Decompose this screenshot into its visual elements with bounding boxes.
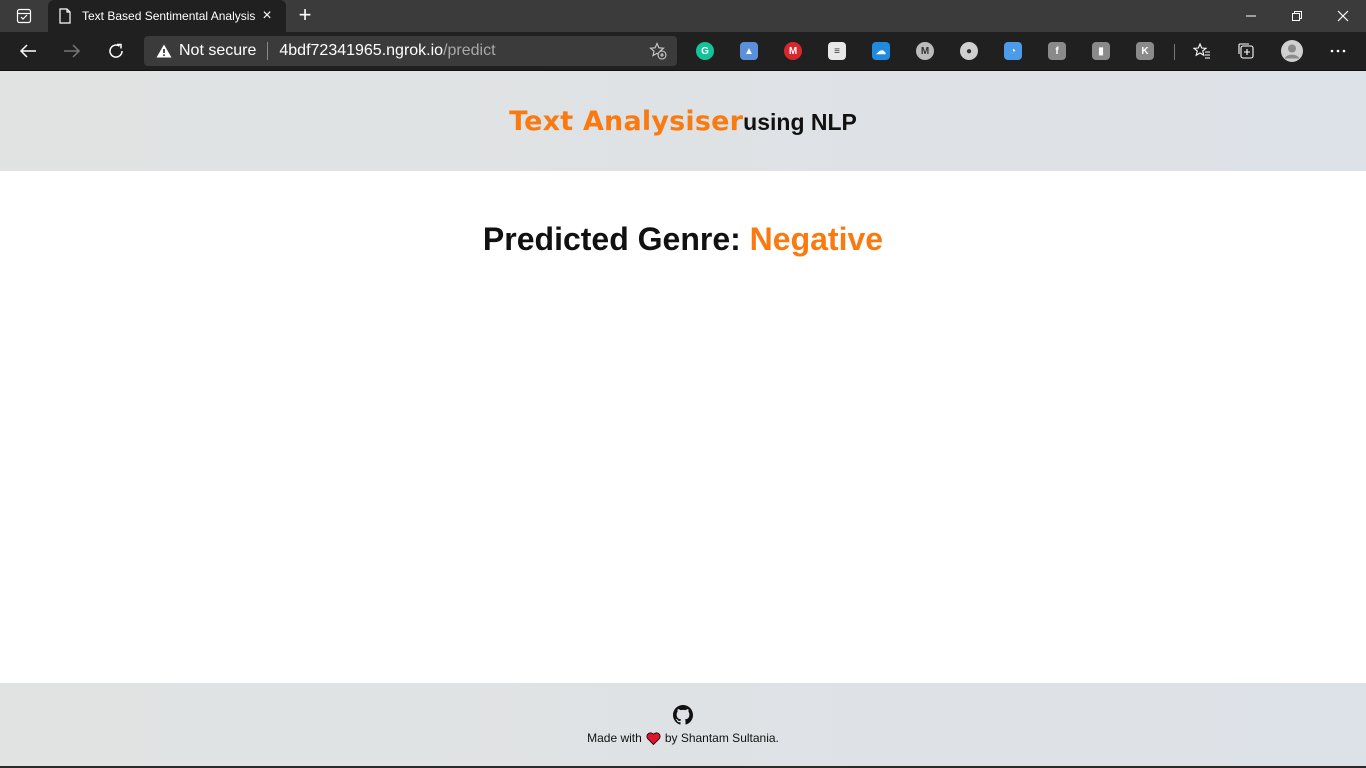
restore-icon	[1292, 11, 1302, 21]
address-divider	[267, 42, 269, 60]
tab-bar: Text Based Sentimental Analysis × +	[0, 0, 1366, 32]
ext-chart-extension-icon[interactable]: ▮	[1092, 42, 1110, 60]
footer-credit: Made with by Shantam Sultania.	[0, 731, 1366, 745]
favorites-icon	[1193, 42, 1210, 59]
back-button[interactable]	[13, 37, 43, 65]
forward-button[interactable]	[57, 37, 87, 65]
prediction-label: Predicted Genre:	[482, 221, 750, 257]
made-with-text: Made with	[587, 731, 642, 745]
ext-circle-extension-icon[interactable]: M	[916, 42, 934, 60]
ext-record-extension-icon[interactable]: ●	[960, 42, 978, 60]
add-favorite-icon[interactable]	[649, 42, 667, 60]
brand[interactable]: Text Analysiser using NLP	[509, 106, 857, 137]
github-icon[interactable]	[673, 705, 693, 725]
mega-extension-icon[interactable]: M	[784, 42, 802, 60]
settings-more-button[interactable]	[1323, 37, 1353, 65]
brand-name: Text Analysiser	[509, 105, 744, 137]
tab-title: Text Based Sentimental Analysis	[82, 9, 256, 23]
security-status[interactable]: Not secure	[179, 42, 256, 60]
tab-actions-button[interactable]	[8, 5, 40, 27]
prediction-result: Predicted Genre: Negative	[0, 221, 1366, 258]
close-icon	[1337, 10, 1349, 22]
address-bar[interactable]: Not secure 4bdf72341965.ngrok.io /predic…	[144, 36, 677, 66]
new-tab-button[interactable]: +	[292, 4, 318, 28]
onedrive-extension-icon[interactable]: ☁	[872, 42, 890, 60]
restore-button[interactable]	[1274, 0, 1320, 32]
main-content: Predicted Genre: Negative	[0, 171, 1366, 683]
facebook-extension-icon[interactable]: f	[1048, 42, 1066, 60]
warning-icon[interactable]	[156, 44, 172, 58]
window-controls	[1228, 0, 1366, 32]
notion-like-extension-icon[interactable]: ≡	[828, 42, 846, 60]
prediction-value: Negative	[749, 221, 884, 257]
page-icon	[59, 8, 71, 24]
arrow-left-icon	[19, 44, 36, 58]
grammarly-extension-icon[interactable]: G	[696, 42, 714, 60]
arrow-right-icon	[64, 44, 81, 58]
cloud-upload-extension-icon[interactable]: ▲	[740, 42, 758, 60]
brand-suffix: using NLP	[743, 108, 857, 135]
author-text: by Shantam Sultania.	[664, 731, 779, 745]
favorites-button[interactable]	[1187, 37, 1217, 65]
site-header: Text Analysiser using NLP	[0, 71, 1366, 171]
tab-close-button[interactable]: ×	[258, 7, 276, 25]
collections-button[interactable]	[1231, 37, 1261, 65]
close-window-button[interactable]	[1320, 0, 1366, 32]
refresh-icon	[109, 43, 123, 58]
collections-icon	[1238, 43, 1254, 59]
site-footer: Made with by Shantam Sultania.	[0, 683, 1366, 766]
ext-rainbow-extension-icon[interactable]: ◔	[1004, 42, 1022, 60]
heart-icon	[646, 731, 661, 745]
url-path: /predict	[443, 42, 496, 59]
more-icon	[1330, 49, 1346, 53]
active-tab[interactable]: Text Based Sentimental Analysis ×	[48, 0, 286, 32]
toolbar-divider	[1174, 44, 1175, 60]
navigation-bar: Not secure 4bdf72341965.ngrok.io /predic…	[0, 32, 1366, 71]
ext-k-extension-icon[interactable]: K	[1136, 42, 1154, 60]
tab-actions-icon	[16, 8, 32, 24]
url-host: 4bdf72341965.ngrok.io	[279, 42, 444, 59]
avatar-icon	[1281, 40, 1303, 62]
minimize-icon	[1246, 15, 1256, 17]
profile-button[interactable]	[1277, 37, 1307, 65]
refresh-button[interactable]	[101, 37, 131, 65]
minimize-button[interactable]	[1228, 0, 1274, 32]
